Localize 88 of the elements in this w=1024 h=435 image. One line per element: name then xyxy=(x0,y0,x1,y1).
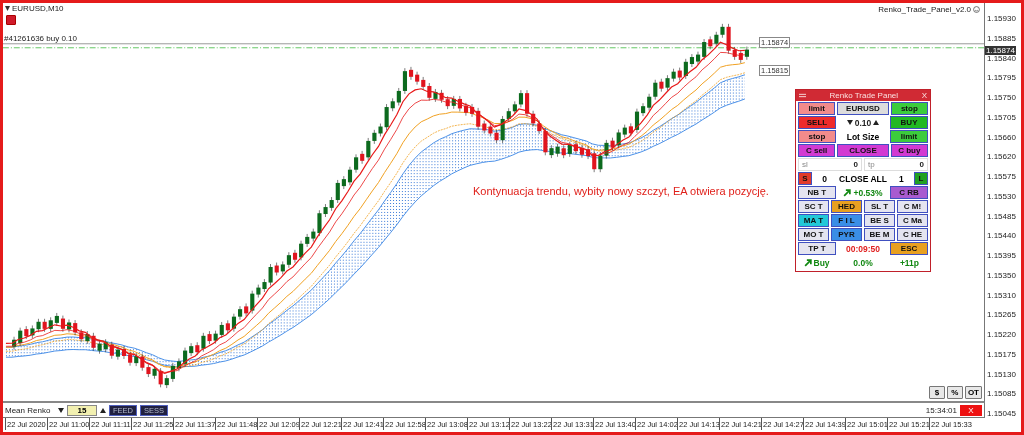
field-label: tp xyxy=(868,160,875,169)
trend-text: Buy xyxy=(813,257,830,268)
server-time: 15:34:01 xyxy=(925,405,957,415)
caret-up-icon[interactable] xyxy=(100,407,106,413)
price-label: 1.15265 xyxy=(987,310,1017,320)
panel-button[interactable]: TP T xyxy=(798,242,836,255)
price-label: 1.15395 xyxy=(987,251,1017,260)
price-label: 1.15930 xyxy=(987,14,1017,23)
symbol-title: EURUSD,M10 xyxy=(12,4,64,13)
panel-button[interactable]: PYR xyxy=(831,228,862,241)
counter-value: 1 xyxy=(898,173,905,184)
panel-text: +11p xyxy=(898,256,921,269)
current-price: 1.15874 xyxy=(985,46,1016,55)
panel-button[interactable]: EURUSD xyxy=(837,102,889,115)
panel-button[interactable]: C HE xyxy=(897,228,928,241)
counter-button[interactable]: S xyxy=(798,172,812,185)
chart-button[interactable]: OT xyxy=(964,386,982,399)
panel-button[interactable]: HED xyxy=(831,200,862,213)
price-label: 1.15485 xyxy=(987,211,1017,221)
price-label: 1.15840 xyxy=(987,53,1017,63)
price-label: 1.15175 xyxy=(987,349,1017,359)
counter-value: 0 xyxy=(821,173,828,184)
panel-button[interactable]: SELL xyxy=(798,116,836,129)
panel-close-button[interactable]: X xyxy=(921,91,927,100)
field-value: 0 xyxy=(919,160,924,169)
panel-button[interactable]: limit xyxy=(890,130,928,143)
panel-button[interactable]: C Ma xyxy=(897,214,928,227)
price-label: 1.15220 xyxy=(987,330,1017,339)
price-label: 1.15575 xyxy=(987,172,1017,181)
price-label: 1.15660 xyxy=(987,132,1017,142)
price-label: 1.15795 xyxy=(987,73,1017,83)
caret-down-icon[interactable] xyxy=(58,407,64,413)
price-label: 1.15530 xyxy=(987,191,1017,201)
panel-button[interactable]: C sell xyxy=(798,144,836,157)
price-label: 1.15750 xyxy=(987,93,1017,102)
chart-button[interactable]: % xyxy=(946,386,963,399)
caret-down-icon[interactable] xyxy=(846,120,853,125)
panel-button[interactable]: NB T xyxy=(798,186,836,199)
panel-button[interactable]: C RB xyxy=(890,186,928,199)
panel-button[interactable]: BE M xyxy=(864,228,895,241)
panel-text: 00:09:50 xyxy=(844,242,881,255)
panel-button[interactable]: C buy xyxy=(890,144,928,157)
collapse-icon[interactable] xyxy=(5,6,10,11)
price-label: 1.15885 xyxy=(987,33,1017,43)
price-label: 1.15705 xyxy=(987,112,1017,122)
panel-button[interactable]: limit xyxy=(798,102,836,115)
exit-button[interactable]: X xyxy=(960,404,982,416)
panel-button[interactable]: C M! xyxy=(897,200,928,213)
panel-button[interactable]: MO T xyxy=(798,228,829,241)
panel-button[interactable]: MA T xyxy=(798,214,829,227)
indicator-name: Mean Renko xyxy=(5,405,52,415)
lot-value: 0.10 xyxy=(854,117,872,128)
panel-input-field[interactable]: tp 0 xyxy=(864,158,928,171)
arrow-icon xyxy=(803,258,812,267)
field-value: 0 xyxy=(853,160,858,169)
panel-text: Lot Size xyxy=(845,130,881,143)
caret-up-icon[interactable] xyxy=(873,120,880,125)
price-label: 1.15130 xyxy=(987,369,1017,379)
price-label: 1.15350 xyxy=(987,270,1017,280)
panel-title: Renko Trade Panel xyxy=(829,91,899,100)
panel-button[interactable]: stop xyxy=(798,130,836,143)
annotation-text: Kontynuacja trendu, wybity nowy szczyt, EA otwiera pozycję. xyxy=(473,185,769,197)
chart-button[interactable]: $ xyxy=(928,386,945,399)
field-label: sl xyxy=(802,160,808,169)
counter-button[interactable]: L xyxy=(914,172,928,185)
panel-button[interactable]: ESC xyxy=(890,242,928,255)
panel-button[interactable]: stop xyxy=(890,102,928,115)
move-icon[interactable] xyxy=(799,93,806,98)
period-field[interactable]: 15 xyxy=(67,404,97,416)
order-label: #41261636 buy 0.10 xyxy=(4,34,77,43)
panel-button[interactable]: SC T xyxy=(798,200,829,213)
smiley-icon xyxy=(973,6,980,13)
panel-button[interactable]: BE S xyxy=(864,214,895,227)
panel-button[interactable]: SL T xyxy=(864,200,895,213)
expert-name: Renko_Trade_Panel_v2.0 xyxy=(878,5,971,14)
price-label: 1.15310 xyxy=(987,290,1017,300)
price-label: 1.15085 xyxy=(987,389,1017,399)
panel-text: 0.0% xyxy=(852,256,874,269)
arrow-icon xyxy=(843,188,852,197)
trend-text: +0.53% xyxy=(853,187,883,198)
panel-button[interactable]: F I L xyxy=(831,214,862,227)
price-label: 1.15045 xyxy=(987,409,1017,418)
panel-button[interactable]: BUY xyxy=(890,116,928,129)
price-label: 1.15620 xyxy=(987,152,1017,162)
panel-text: CLOSE ALL xyxy=(838,172,888,185)
panel-input-field[interactable]: sl 0 xyxy=(798,158,862,171)
panel-button[interactable]: CLOSE xyxy=(837,144,889,157)
price-label: 1.15440 xyxy=(987,231,1017,241)
